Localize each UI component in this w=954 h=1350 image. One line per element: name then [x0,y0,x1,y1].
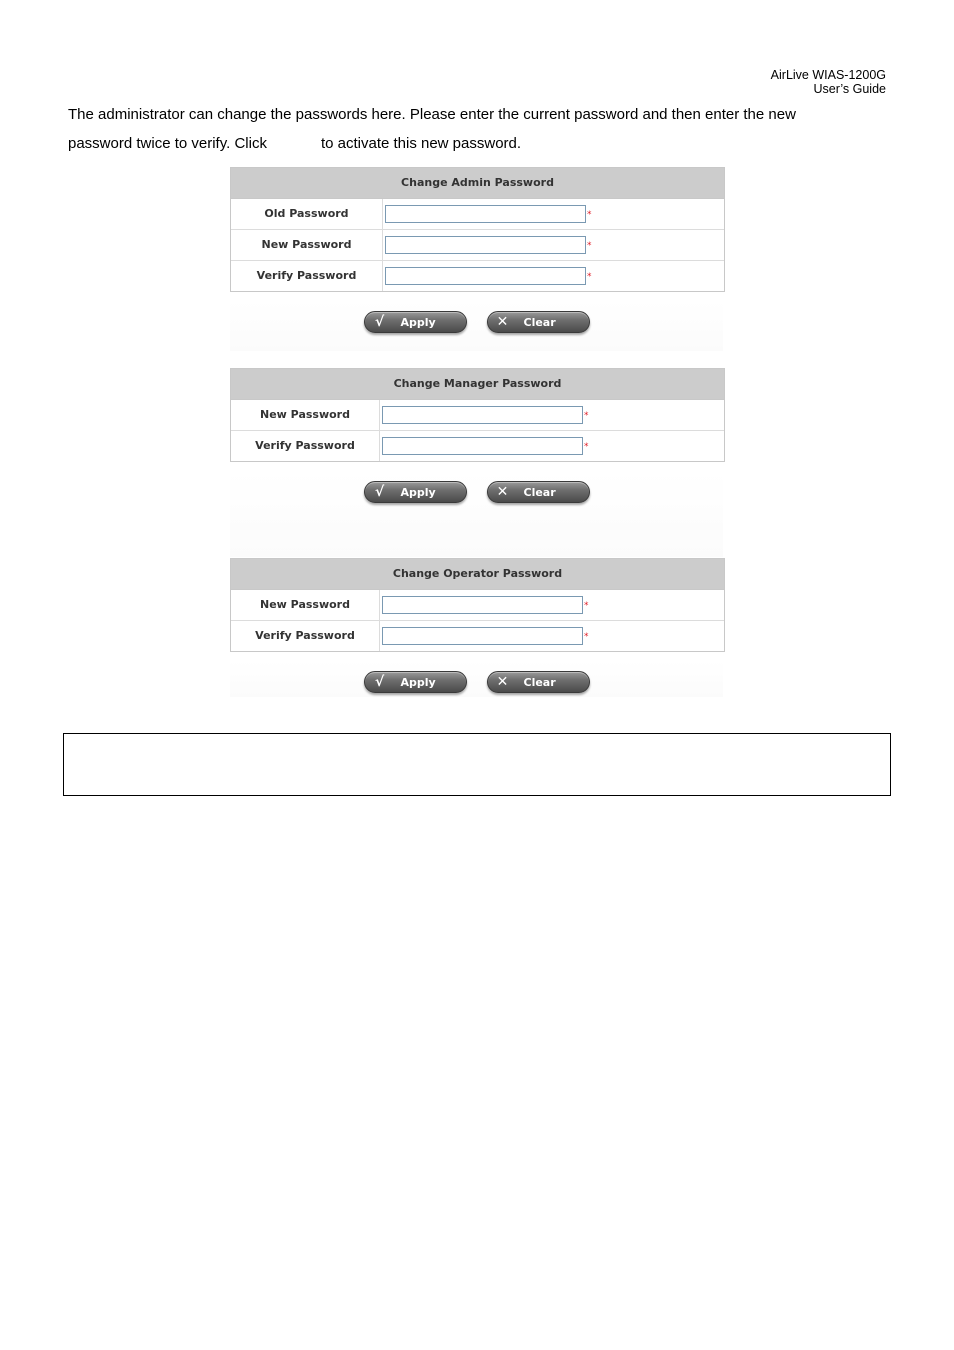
operator-button-bar: √ Apply ✕ Clear [230,661,723,697]
change-admin-password-panel: Change Admin Password Old Password * New… [230,167,725,292]
x-icon: ✕ [496,484,509,500]
admin-new-password-input[interactable] [385,236,586,254]
intro-line-2: password twice to verify. Click to activa… [68,129,868,158]
field-label: New Password [231,230,383,260]
panel-title: Change Admin Password [231,168,724,199]
operator-clear-button[interactable]: ✕ Clear [486,671,590,693]
intro-line-2-end: to activate this new password. [320,135,522,152]
old-password-row: Old Password * [231,199,724,230]
panel-title: Change Operator Password [231,559,724,590]
check-icon: √ [374,484,385,500]
field-label: New Password [231,400,380,430]
admin-verify-password-input[interactable] [385,267,586,285]
new-password-row: New Password * [231,590,724,621]
field-label: Old Password [231,199,383,229]
admin-clear-button[interactable]: ✕ Clear [486,311,590,333]
new-password-row: New Password * [231,230,724,261]
field-label: Verify Password [231,261,383,291]
check-icon: √ [374,314,385,330]
manager-clear-button[interactable]: ✕ Clear [486,481,590,503]
admin-old-password-input[interactable] [385,205,586,223]
required-asterisk: * [584,442,589,452]
x-icon: ✕ [496,674,509,690]
operator-new-password-input[interactable] [382,596,583,614]
verify-password-row: Verify Password * [231,621,724,651]
required-asterisk: * [584,632,589,642]
x-icon: ✕ [496,314,509,330]
field-label: Verify Password [231,431,380,461]
manager-button-bar: √ Apply ✕ Clear [230,471,723,557]
note-box [63,733,891,796]
intro-paragraph: The administrator can change the passwor… [68,100,868,158]
manager-new-password-input[interactable] [382,406,583,424]
field-label: New Password [231,590,380,620]
intro-line-1: The administrator can change the passwor… [68,106,796,123]
manager-verify-password-input[interactable] [382,437,583,455]
admin-apply-button[interactable]: √ Apply [363,311,467,333]
product-name: AirLive WIAS-1200G [770,68,886,82]
panel-title: Change Manager Password [231,369,724,400]
operator-apply-button[interactable]: √ Apply [363,671,467,693]
operator-verify-password-input[interactable] [382,627,583,645]
new-password-row: New Password * [231,400,724,431]
document-name: User’s Guide [813,82,887,96]
intro-line-2-start: password twice to verify. Click [68,135,267,152]
check-icon: √ [374,674,385,690]
required-asterisk: * [584,601,589,611]
required-asterisk: * [587,210,592,220]
required-asterisk: * [584,411,589,421]
verify-password-row: Verify Password * [231,431,724,461]
change-manager-password-panel: Change Manager Password New Password * V… [230,368,725,462]
required-asterisk: * [587,272,592,282]
field-label: Verify Password [231,621,380,651]
change-operator-password-panel: Change Operator Password New Password * … [230,558,725,652]
required-asterisk: * [587,241,592,251]
page-header: AirLive WIAS-1200G User’s Guide [771,68,886,96]
manager-apply-button[interactable]: √ Apply [363,481,467,503]
admin-button-bar: √ Apply ✕ Clear [230,301,723,351]
verify-password-row: Verify Password * [231,261,724,291]
